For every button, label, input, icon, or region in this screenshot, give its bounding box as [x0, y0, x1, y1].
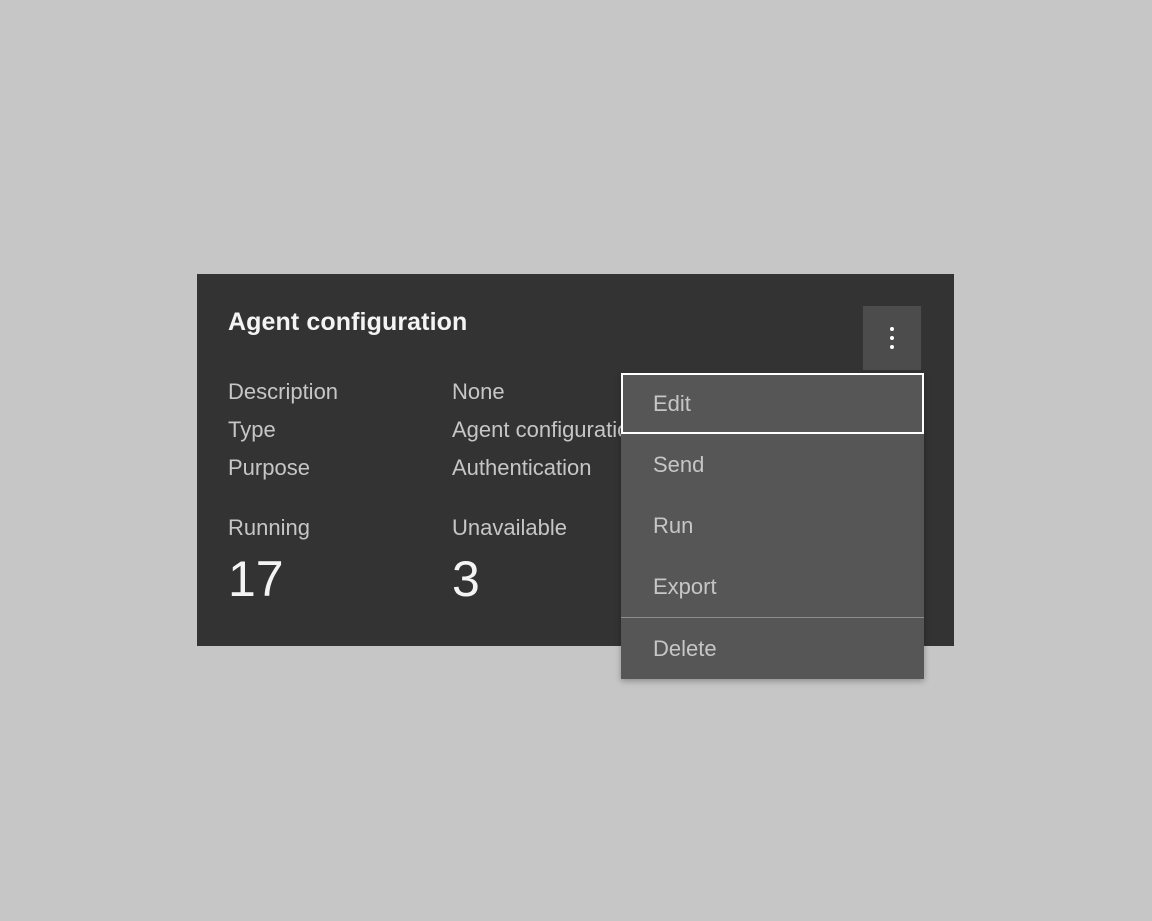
menu-item-label: Run: [653, 513, 694, 538]
overflow-menu-vertical-icon: [890, 327, 894, 349]
menu-item-run[interactable]: Run: [621, 495, 924, 556]
card-header: Agent configuration: [197, 274, 954, 370]
stats-group: Running 17 Unavailable 3: [228, 513, 676, 608]
detail-value: None: [452, 379, 505, 404]
detail-label: Type: [228, 417, 276, 442]
menu-item-label: Edit: [653, 391, 691, 416]
menu-item-edit[interactable]: Edit: [621, 373, 924, 434]
page-title: Agent configuration: [228, 308, 468, 336]
overflow-menu: Edit Send Run Export Delete: [621, 373, 924, 679]
menu-item-label: Export: [653, 574, 717, 599]
detail-label: Description: [228, 379, 339, 404]
menu-item-export[interactable]: Export: [621, 556, 924, 617]
stat-value: 17: [228, 551, 284, 607]
menu-item-label: Send: [653, 452, 705, 477]
stat-label: Running: [228, 515, 310, 540]
detail-label: Purpose: [228, 455, 310, 480]
detail-value: Authentication: [452, 455, 592, 480]
menu-item-label: Delete: [653, 636, 717, 661]
menu-item-send[interactable]: Send: [621, 434, 924, 495]
detail-value: Agent configuration: [452, 417, 642, 442]
stat-running: Running 17: [228, 513, 452, 608]
menu-item-delete[interactable]: Delete: [621, 618, 924, 679]
overflow-menu-button[interactable]: [863, 306, 921, 370]
